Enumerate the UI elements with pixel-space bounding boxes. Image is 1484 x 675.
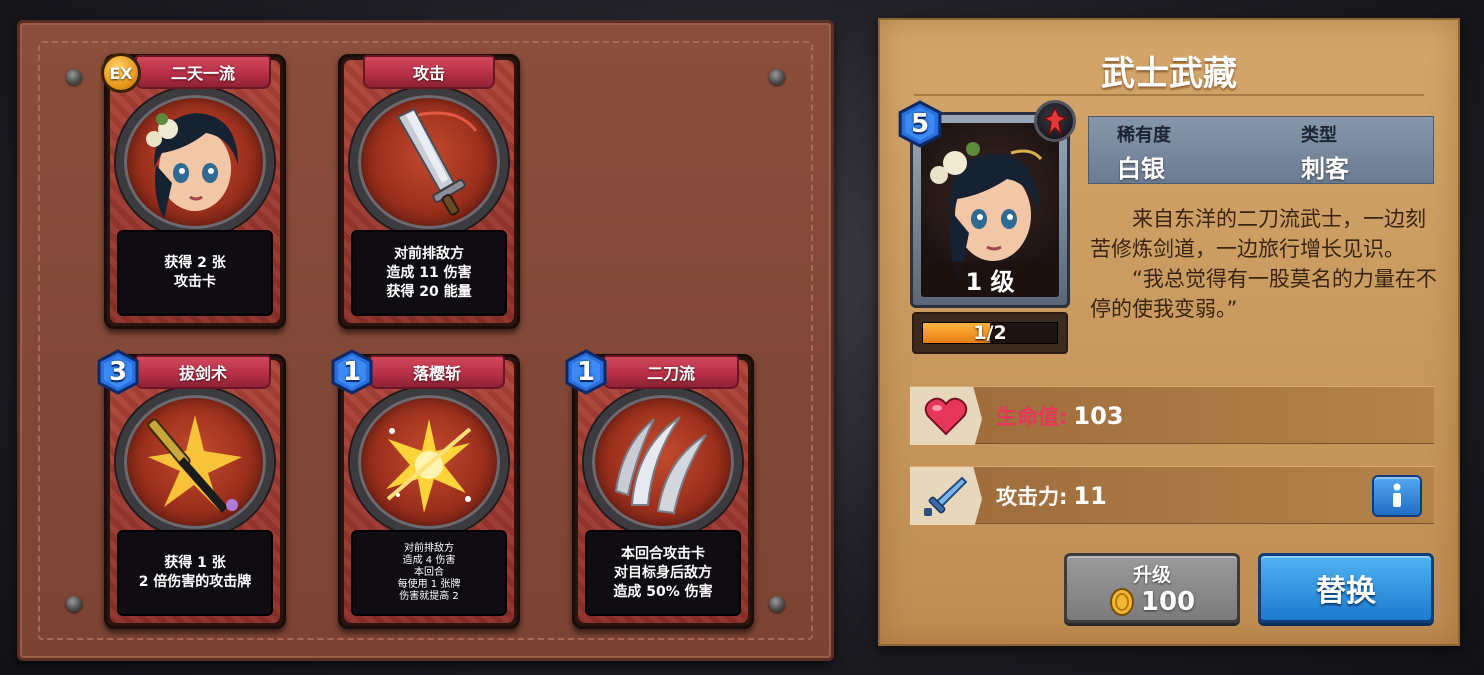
info-button[interactable]: [1372, 475, 1422, 517]
type-value: 刺客: [1301, 155, 1349, 183]
skill-card[interactable]: 1 落樱斩 对前排敌方 造成 4 伤害 本回合 每使用 1 张牌 伤害就提高 2: [331, 349, 520, 629]
card-cost: 1: [563, 349, 609, 395]
atk-stat-row: 攻击力: 11: [910, 466, 1434, 525]
skill-card[interactable]: 攻击 对前排敌方 造成 11 伤害 获得 20 能量: [338, 54, 520, 329]
hero-name: 武士武藏: [1101, 54, 1237, 94]
rivet-icon: [66, 596, 82, 612]
rarity-label: 稀有度: [1117, 125, 1171, 146]
upgrade-button[interactable]: 升级 100: [1064, 553, 1240, 623]
skill-card[interactable]: 3 拔剑术 获得 1 张 2 倍伤害的攻击牌: [97, 349, 286, 629]
upgrade-price: 100: [1140, 587, 1196, 617]
hero-cost: 5: [896, 100, 944, 148]
upgrade-label: 升级: [1132, 564, 1171, 586]
heart-icon: [910, 387, 982, 445]
card-cost: 3: [95, 349, 141, 395]
hp-value: 103: [1073, 402, 1124, 430]
hero-detail-panel: 武士武藏 1 级 5 1/2 稀有度 白银 类型 刺客 来自东洋的二刀流武士，一…: [878, 18, 1460, 646]
exp-text: 1/2: [973, 322, 1007, 344]
slash-icon: [584, 387, 742, 537]
rivet-icon: [769, 69, 785, 85]
hero-level: 1 级: [921, 261, 1059, 297]
sword-icon: [350, 87, 508, 237]
divider: [914, 94, 1424, 96]
info-icon: [1393, 483, 1401, 507]
hp-stat-row: 生命值: 103: [910, 386, 1434, 445]
card-description: 对前排敌方 造成 11 伤害 获得 20 能量: [351, 230, 507, 316]
card-description: 本回合攻击卡 对目标身后敌方 造成 50% 伤害: [585, 530, 741, 616]
card-title: 攻击: [363, 55, 495, 89]
rarity-value: 白银: [1117, 155, 1165, 183]
portrait-icon: [116, 87, 274, 237]
skill-card[interactable]: 1 二刀流 本回合攻击卡 对目标身后敌方 造成 50% 伤害: [565, 349, 754, 629]
card-cost: 1: [329, 349, 375, 395]
card-description: 对前排敌方 造成 4 伤害 本回合 每使用 1 张牌 伤害就提高 2: [351, 530, 507, 616]
card-description: 获得 1 张 2 倍伤害的攻击牌: [117, 530, 273, 616]
sword-icon: [910, 467, 982, 525]
atk-value: 11: [1073, 482, 1107, 510]
katana-icon: [116, 387, 274, 537]
burst-icon: [350, 387, 508, 537]
assassin-class-icon: [1034, 100, 1076, 142]
card-title: 二刀流: [603, 355, 739, 389]
type-label: 类型: [1301, 125, 1337, 146]
replace-button[interactable]: 替换: [1258, 553, 1434, 623]
rivet-icon: [66, 69, 82, 85]
card-title: 落樱斩: [369, 355, 505, 389]
hero-bio: 来自东洋的二刀流武士，一边刻苦修炼剑道，一边旅行增长见识。 “我总觉得有一股莫名…: [1090, 207, 1437, 321]
exp-bar: 1/2: [912, 312, 1068, 354]
rivet-icon: [769, 596, 785, 612]
card-title: 二天一流: [135, 55, 271, 89]
coin-icon: [1109, 588, 1134, 616]
card-description: 获得 2 张 攻击卡: [117, 230, 273, 316]
skill-card[interactable]: EX 二天一流 获得 2 张 攻击卡: [101, 53, 286, 329]
hero-portrait: 1 级: [921, 123, 1059, 297]
ex-badge: EX: [101, 53, 141, 93]
hp-label: 生命值:: [996, 405, 1068, 429]
card-title: 拔剑术: [135, 355, 271, 389]
hero-info-box: 稀有度 白银 类型 刺客: [1088, 116, 1434, 184]
atk-label: 攻击力:: [996, 485, 1068, 509]
